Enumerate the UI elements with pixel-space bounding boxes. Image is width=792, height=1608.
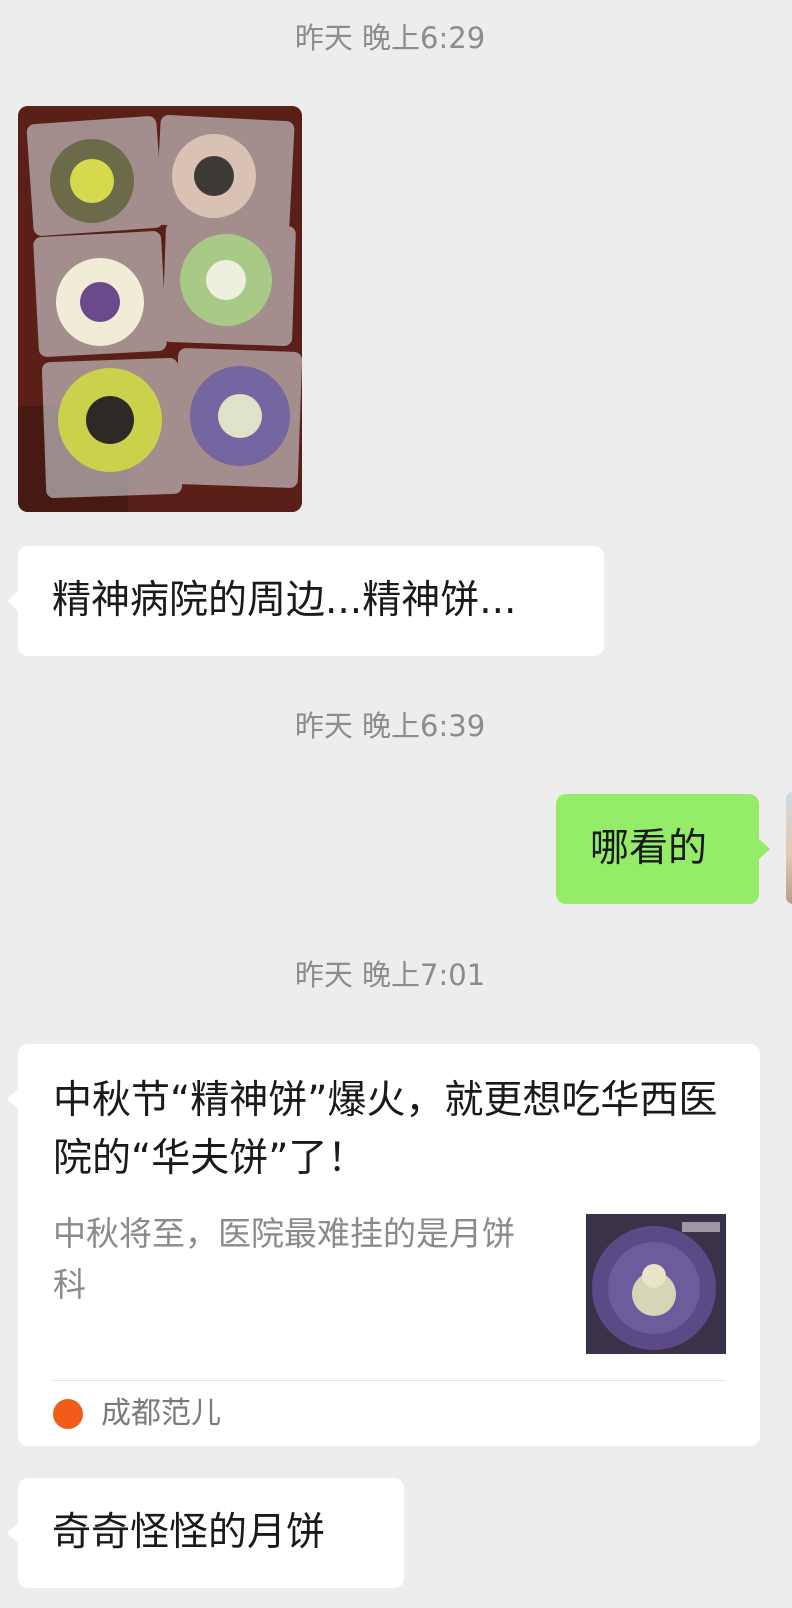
bubble-tail — [7, 590, 19, 612]
link-card[interactable]: 中秋节“精神饼”爆火，就更想吃华西医院的“华夫饼”了！ 中秋将至，医院最难挂的是… — [7, 1044, 760, 1446]
outgoing-message-bubble[interactable]: 哪看的 — [556, 794, 770, 904]
bubble-tail — [7, 1522, 19, 1544]
link-card-title: 中秋节“精神饼”爆火，就更想吃华西医院的“华夫饼”了！ — [53, 1078, 718, 1181]
timestamp: 昨天 晚上6:29 — [294, 21, 486, 55]
mooncake-thumbnail-image — [586, 1214, 726, 1354]
link-card-thumbnail — [586, 1214, 726, 1354]
divider — [53, 1380, 725, 1381]
link-card-description: 中秋将至，医院最难挂的是月饼科 — [53, 1214, 515, 1304]
message-text: 哪看的 — [590, 826, 708, 871]
message-text: 奇奇怪怪的月饼 — [52, 1510, 326, 1555]
bubble-tail — [7, 1088, 19, 1110]
mooncake-photo-image — [18, 106, 302, 512]
timestamp: 昨天 晚上6:39 — [294, 709, 486, 743]
link-card-source: 成都范儿 — [101, 1396, 221, 1431]
timestamp: 昨天 晚上7:01 — [294, 958, 486, 992]
chengdu-fan-er-logo — [53, 1399, 83, 1429]
message-text: 精神病院的周边...精神饼... — [52, 578, 517, 623]
mooncake-photo[interactable] — [18, 106, 302, 512]
bubble-tail — [758, 838, 770, 860]
incoming-message-bubble[interactable]: 奇奇怪怪的月饼 — [7, 1478, 404, 1588]
avatar[interactable] — [786, 792, 792, 904]
incoming-message-bubble[interactable]: 精神病院的周边...精神饼... — [7, 546, 604, 656]
